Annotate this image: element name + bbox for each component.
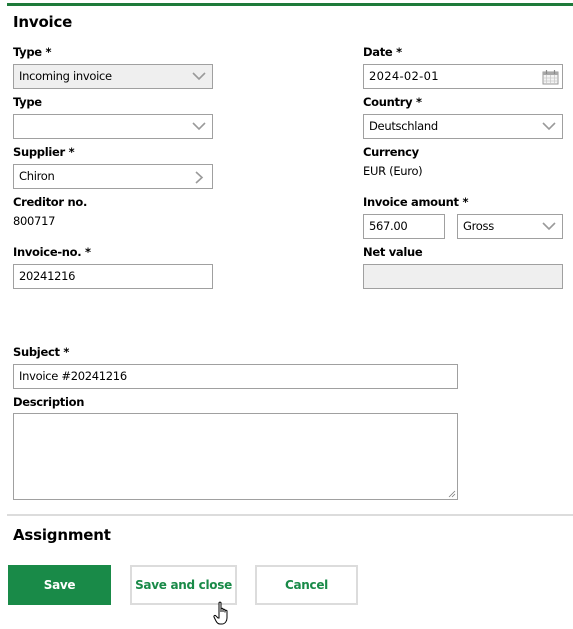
invoice-amount-input[interactable]: 567.00: [363, 214, 445, 239]
invoice-no-label: Invoice-no. *: [13, 245, 91, 259]
assignment-section-heading: Assignment: [13, 526, 111, 544]
creditor-no-value: 800717: [13, 214, 56, 228]
currency-label: Currency: [363, 145, 419, 159]
invoice-no-input[interactable]: 20241216: [13, 264, 213, 289]
supplier-field[interactable]: Chiron: [13, 164, 213, 189]
chevron-down-icon: [192, 72, 206, 81]
save-button[interactable]: Save: [8, 565, 111, 605]
subject-label: Subject *: [13, 345, 70, 359]
type-select[interactable]: [13, 114, 213, 139]
invoice-no-value: 20241216: [19, 269, 76, 283]
amount-mode-value: Gross: [463, 219, 494, 233]
supplier-value: Chiron: [19, 169, 55, 183]
country-value: Deutschland: [369, 119, 438, 133]
amount-mode-select[interactable]: Gross: [457, 214, 563, 239]
country-select[interactable]: Deutschland: [363, 114, 563, 139]
type-label: Type: [13, 95, 42, 109]
creditor-no-label: Creditor no.: [13, 195, 88, 209]
net-value-label: Net value: [363, 245, 423, 259]
date-label: Date *: [363, 45, 402, 59]
date-value: 2024-02-01: [369, 69, 439, 83]
cancel-button[interactable]: Cancel: [255, 565, 358, 605]
chevron-down-icon: [192, 122, 206, 131]
section-divider: [7, 514, 573, 516]
type-required-value: Incoming invoice: [19, 69, 112, 83]
chevron-right-icon[interactable]: [195, 171, 204, 184]
country-label: Country *: [363, 95, 422, 109]
invoice-amount-value: 567.00: [369, 219, 408, 233]
hand-pointer-cursor-icon: [213, 601, 228, 625]
net-value-input: [363, 264, 563, 289]
description-label: Description: [13, 395, 85, 409]
calendar-icon[interactable]: [542, 69, 559, 85]
date-input[interactable]: 2024-02-01: [363, 64, 563, 89]
type-required-select[interactable]: Incoming invoice: [13, 64, 213, 89]
subject-value: Invoice #20241216: [19, 369, 127, 383]
description-textarea[interactable]: [13, 413, 458, 500]
resize-grip-icon[interactable]: [448, 490, 456, 498]
chevron-down-icon: [542, 222, 556, 231]
header-accent-line: [7, 3, 573, 6]
chevron-down-icon: [542, 122, 556, 131]
invoice-amount-label: Invoice amount *: [363, 195, 469, 209]
supplier-label: Supplier *: [13, 145, 75, 159]
subject-input[interactable]: Invoice #20241216: [13, 364, 458, 389]
invoice-section-heading: Invoice: [13, 13, 73, 31]
currency-value: EUR (Euro): [363, 164, 423, 178]
type-required-label: Type *: [13, 45, 52, 59]
save-and-close-button[interactable]: Save and close: [130, 565, 237, 605]
